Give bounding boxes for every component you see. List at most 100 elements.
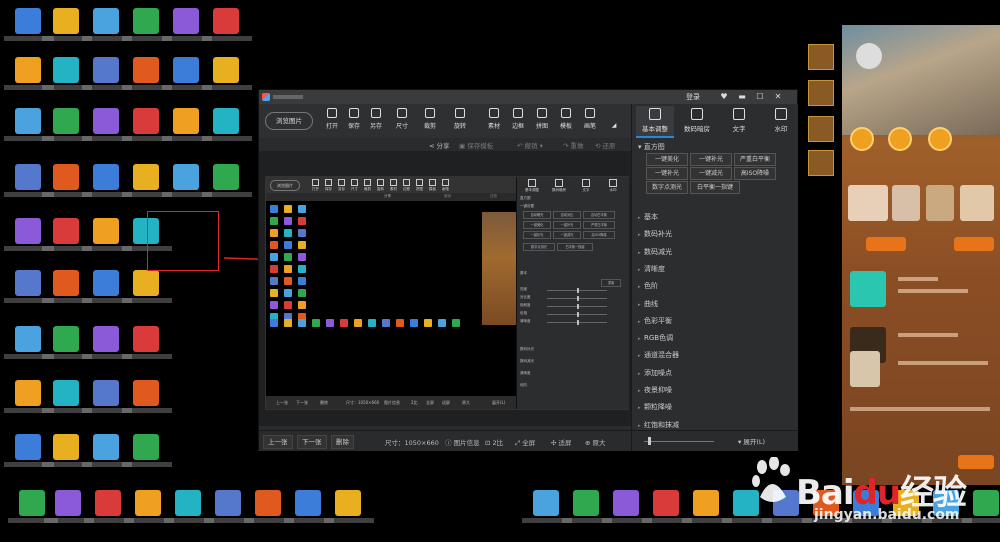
- preset-button[interactable]: 数字点测光: [646, 181, 688, 194]
- adjust-section[interactable]: ▸ 基本: [638, 212, 788, 223]
- desktop-shortcut-icon[interactable]: [202, 8, 252, 52]
- nested-panel-tab: 文字: [575, 179, 597, 193]
- adjust-section[interactable]: ▸ 曲线: [638, 299, 788, 310]
- shortcut-image: [15, 164, 41, 190]
- adjust-section[interactable]: ▸ 数码减光: [638, 247, 788, 258]
- minimize-button[interactable]: ▬: [735, 91, 749, 103]
- panel-tab[interactable]: 数码暗房: [678, 106, 716, 136]
- preset-button[interactable]: 一键减光: [690, 167, 732, 180]
- toolbar-tool-button[interactable]: 尺寸: [391, 108, 413, 134]
- nested-restore: 还原: [490, 194, 497, 198]
- maximize-button[interactable]: ☐: [753, 91, 767, 103]
- shortcut-image: [15, 218, 41, 244]
- expand-button[interactable]: ▾ 展开(L): [738, 436, 765, 446]
- shortcut-image: [93, 218, 119, 244]
- desktop-shortcut-icon[interactable]: [122, 270, 172, 314]
- panel-tab-label: 文字: [732, 125, 746, 133]
- toolbar-tool-button[interactable]: 打开: [321, 108, 343, 134]
- panel-tab[interactable]: 基本调整: [636, 106, 674, 138]
- panel-tab[interactable]: 文字: [720, 106, 758, 136]
- zoom-slider-knob[interactable]: [648, 437, 651, 445]
- adjust-section[interactable]: ▸ 数码补光: [638, 229, 788, 240]
- toolbar-tool-button[interactable]: 保存: [343, 108, 365, 134]
- nested-preset-button: 一键减光: [553, 231, 581, 239]
- section-label: 基本: [644, 213, 658, 221]
- preset-button[interactable]: 一键补光: [646, 167, 688, 180]
- next-image-button[interactable]: 下一张: [297, 435, 327, 449]
- main-toolbar: 浏览图片 打开 保存 另存 尺寸 裁剪 旋转 素材 边框 拼图 模板 画笔 ◢: [259, 104, 631, 139]
- desktop-shortcut-icon[interactable]: [324, 490, 374, 534]
- title-bar[interactable]: 登录 ♥ ▬ ☐ ✕: [259, 90, 797, 104]
- desktop-shortcut-icon[interactable]: [202, 57, 252, 101]
- adjust-section[interactable]: ▸ 色彩平衡: [638, 316, 788, 327]
- browse-images-button[interactable]: 浏览图片: [265, 112, 313, 130]
- fullscreen-button[interactable]: ⤢ 全屏: [515, 437, 535, 448]
- panel-tab[interactable]: 水印: [762, 106, 800, 136]
- nested-panel-tab-label: 文字: [582, 188, 590, 192]
- shortcut-image: [53, 326, 79, 352]
- shortcut-image: [95, 490, 121, 516]
- login-button[interactable]: 登录: [683, 91, 703, 103]
- nested-slider-label: 饱和度: [520, 303, 531, 307]
- tool-label: 打开: [325, 123, 338, 130]
- toolbar-tool-button[interactable]: 旋转: [449, 108, 471, 134]
- toolbar-tool-button[interactable]: 另存: [365, 108, 387, 134]
- desktop-shortcut-icon[interactable]: [202, 108, 252, 152]
- adjust-section[interactable]: ▸ 夜景抑噪: [638, 385, 788, 396]
- adjust-section[interactable]: ▸ 通道混合器: [638, 350, 788, 361]
- preset-button[interactable]: 严重白平衡: [734, 153, 776, 166]
- close-button[interactable]: ✕: [771, 91, 785, 103]
- adjust-section[interactable]: ▸ 添加噪点: [638, 368, 788, 379]
- adjust-section[interactable]: ▸ 色阶: [638, 281, 788, 292]
- prev-image-button[interactable]: 上一张: [263, 435, 293, 449]
- fit-screen-button[interactable]: ✣ 适屏: [551, 437, 572, 447]
- ratio-button[interactable]: ⊡ 2比: [485, 437, 503, 447]
- nested-preset-button: 白平衡一指键: [557, 243, 593, 251]
- preset-button[interactable]: 一键补光: [690, 153, 732, 166]
- image-info-label: 图片信息: [453, 439, 480, 447]
- adjust-section[interactable]: ▸ 红饱和抹减: [638, 420, 788, 431]
- restore-button[interactable]: ⟲ 还原: [595, 140, 616, 150]
- redo-label: 重做: [570, 142, 584, 150]
- shortcut-image: [133, 380, 159, 406]
- preset-button[interactable]: 一键美化: [646, 153, 688, 166]
- toolbar-tool-button[interactable]: 边框: [507, 108, 529, 134]
- section-label: 曲线: [644, 299, 658, 308]
- nested-desktop-icon: [284, 265, 292, 273]
- section-label: 颗粒降噪: [644, 403, 672, 412]
- adjust-section[interactable]: ▸ RGB色调: [638, 333, 788, 344]
- redo-button[interactable]: ↷ 重做: [563, 140, 584, 150]
- toolbar-tool-button[interactable]: 画笔: [579, 108, 601, 134]
- desktop-shortcut-icon[interactable]: [122, 380, 172, 424]
- preset-button[interactable]: 高ISO降噪: [734, 167, 776, 180]
- preset-button[interactable]: 白平衡一指键: [690, 181, 740, 194]
- shortcut-image: [53, 8, 79, 34]
- adjust-section[interactable]: ▸ 颗粒降噪: [638, 402, 788, 413]
- nested-size: 尺寸：1050×660: [346, 400, 380, 405]
- panel-tab-label: 数码暗房: [684, 125, 710, 133]
- nested-desktop-icon: [298, 217, 306, 225]
- toolbar-tool-button[interactable]: 模板: [555, 108, 577, 134]
- toolbar-tool-button[interactable]: 素材: [483, 108, 505, 134]
- delete-button[interactable]: 删除: [331, 435, 354, 449]
- undo-button[interactable]: ↶ 撤销 ▾: [517, 140, 543, 150]
- annotation-highlight-box: [147, 211, 219, 271]
- adjust-section[interactable]: ▸ 清晰度: [638, 264, 788, 275]
- image-info-button[interactable]: ⓘ 图片信息: [445, 437, 480, 447]
- shortcut-caption: [324, 518, 374, 523]
- desktop-shortcut-icon[interactable]: [122, 326, 172, 370]
- share-button[interactable]: ⋖ 分享: [429, 140, 450, 150]
- toolbar-tool-button[interactable]: 拼图: [531, 108, 553, 134]
- image-canvas[interactable]: 浏览图片 打开 保存 另存 尺寸 裁剪 旋转 素材 边框 拼图 模板 画笔 分享 撤销 还原 上一张…: [259, 151, 631, 426]
- thumbnail: [850, 351, 880, 387]
- shortcut-image: [93, 8, 119, 34]
- desktop-shortcut-icon[interactable]: [122, 434, 172, 478]
- skin-icon[interactable]: ♥: [717, 91, 731, 103]
- zoom-slider-track[interactable]: [644, 441, 714, 442]
- toolbar-tool-button[interactable]: 裁剪: [419, 108, 441, 134]
- shortcut-image: [93, 380, 119, 406]
- desktop-shortcut-icon[interactable]: [202, 164, 252, 208]
- baidu-paw-icon: [752, 457, 790, 502]
- original-size-button[interactable]: ⊕ 原大: [585, 437, 606, 447]
- save-template-button[interactable]: ▣ 保存模板: [459, 140, 493, 150]
